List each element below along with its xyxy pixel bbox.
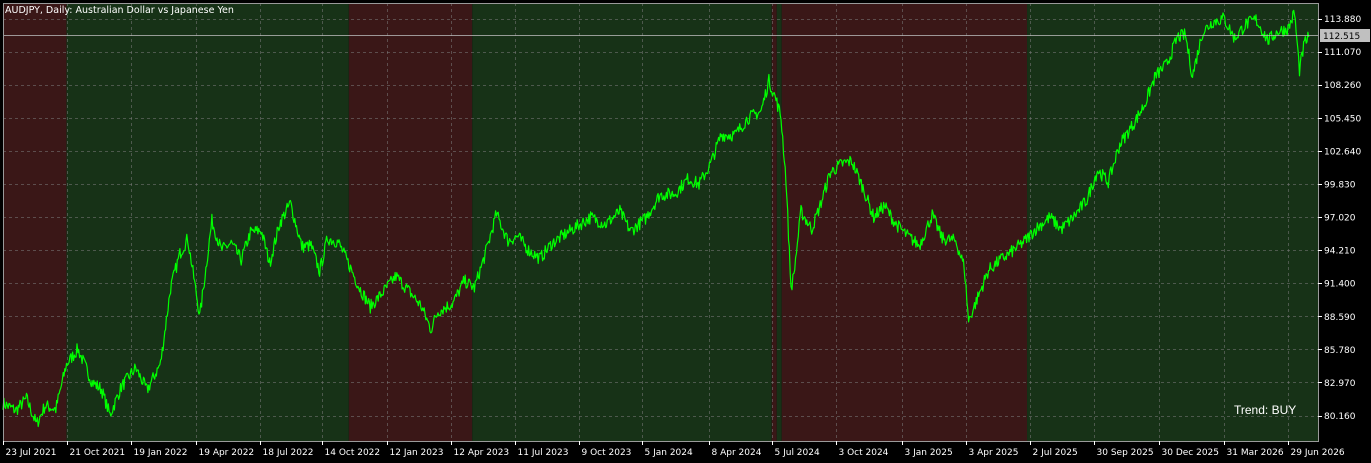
time-tick-label: 12 Jan 2023 <box>390 448 444 458</box>
time-tick-label: 5 Jul 2024 <box>775 448 820 458</box>
trend-zone-sell <box>3 3 67 441</box>
time-tick-label: 3 Apr 2025 <box>969 448 1019 458</box>
trend-zone-sell <box>781 3 1028 441</box>
trend-zone-sell <box>348 3 473 441</box>
price-tick-label: 102.640 <box>1324 147 1361 157</box>
time-tick-label: 30 Dec 2025 <box>1162 448 1220 458</box>
time-tick-label: 18 Jul 2022 <box>263 448 314 458</box>
price-tick-label: 111.070 <box>1324 48 1361 58</box>
time-tick-label: 11 Jul 2023 <box>518 448 569 458</box>
price-tick-label: 82.970 <box>1324 379 1356 389</box>
time-tick-label: 23 Jul 2021 <box>6 448 57 458</box>
price-tick-label: 113.880 <box>1324 15 1361 25</box>
time-tick-label: 30 Sep 2025 <box>1097 448 1154 458</box>
time-tick-label: 3 Jan 2025 <box>905 448 953 458</box>
current-price-label: 112.515 <box>1323 32 1360 42</box>
price-chart[interactable]: 113.880 111.070 108.260 105.450 102.640 99.83… <box>0 0 1371 463</box>
trend-status-label: Trend: BUY <box>1234 403 1296 417</box>
time-tick-label: 5 Jan 2024 <box>645 448 693 458</box>
trend-zones <box>3 3 1318 441</box>
time-tick-label: 3 Oct 2024 <box>839 448 889 458</box>
price-tick-label: 97.020 <box>1324 214 1356 224</box>
price-tick-label: 80.160 <box>1324 412 1356 422</box>
time-tick-label: 2 Jul 2025 <box>1033 448 1078 458</box>
price-tick-label: 85.780 <box>1324 346 1356 356</box>
price-tick-label: 99.830 <box>1324 180 1356 190</box>
trend-zone-buy <box>1027 3 1318 441</box>
time-tick-label: 14 Oct 2022 <box>325 448 381 458</box>
price-tick-label: 105.450 <box>1324 114 1361 124</box>
time-tick-label: 31 Mar 2026 <box>1227 448 1284 458</box>
price-tick-label: 88.590 <box>1324 313 1356 323</box>
trend-zone-buy <box>66 3 349 441</box>
time-tick-label: 19 Apr 2022 <box>199 448 255 458</box>
trend-zone-buy <box>472 3 772 441</box>
time-tick-label: 21 Oct 2021 <box>70 448 126 458</box>
time-tick-label: 12 Apr 2023 <box>454 448 510 458</box>
time-tick-label: 29 Jun 2026 <box>1291 448 1345 458</box>
time-tick-label: 8 Apr 2024 <box>712 448 762 458</box>
price-tick-label: 94.210 <box>1324 247 1356 257</box>
price-tick-label: 91.400 <box>1324 280 1356 290</box>
chart-window[interactable]: 113.880 111.070 108.260 105.450 102.640 99.83… <box>0 0 1371 463</box>
price-tick-label: 108.260 <box>1324 81 1361 91</box>
symbol-info-label: AUDJPY, Daily: Australian Dollar vs Japa… <box>5 5 234 16</box>
time-tick-label: 19 Jan 2022 <box>134 448 188 458</box>
trend-zone-buy <box>776 3 782 441</box>
time-tick-label: 9 Oct 2023 <box>582 448 632 458</box>
